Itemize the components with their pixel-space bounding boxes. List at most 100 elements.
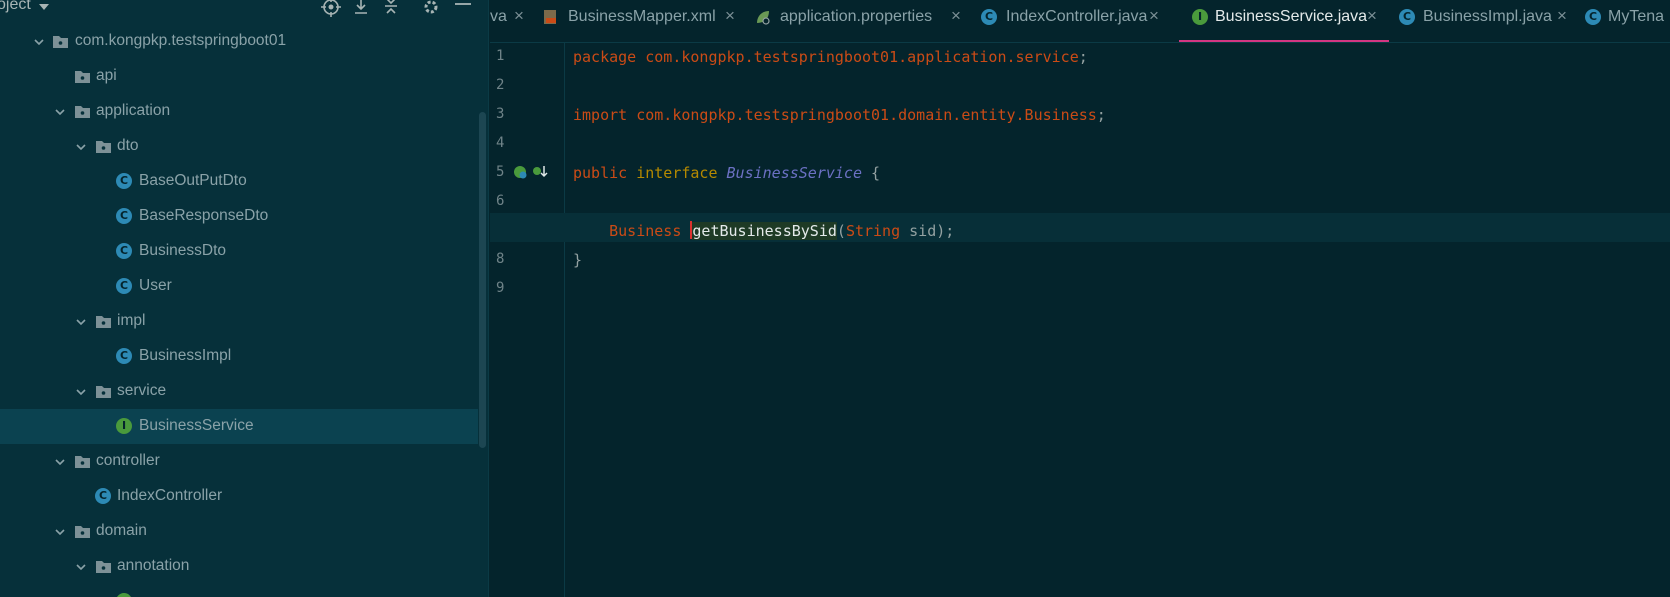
- tree-item-class[interactable]: C BaseOutPutDto: [0, 164, 478, 199]
- project-panel-title[interactable]: oject: [0, 0, 31, 14]
- tree-item-class[interactable]: C BaseResponseDto: [0, 199, 478, 234]
- tree-scrollbar[interactable]: [479, 112, 486, 448]
- package-folder-icon: [96, 141, 111, 153]
- line-number: 9: [496, 280, 505, 296]
- tree-item-label: domain: [96, 522, 147, 539]
- close-icon[interactable]: ×: [514, 6, 524, 26]
- class-icon: C: [1585, 9, 1601, 25]
- annotation-icon: [116, 593, 132, 597]
- tree-item-package[interactable]: application: [0, 94, 478, 129]
- tree-item-label: IndexController: [117, 487, 223, 504]
- expand-all-icon[interactable]: [350, 0, 372, 18]
- tab-indexcontroller[interactable]: C IndexController.java ×: [981, 0, 1171, 42]
- tab-label: application.properties: [780, 8, 933, 25]
- package-folder-icon: [75, 106, 90, 118]
- tree-item-label: impl: [117, 312, 146, 329]
- tree-item-label: dto: [117, 137, 139, 154]
- chevron-down-icon[interactable]: [54, 106, 66, 118]
- punctuation: {: [871, 164, 881, 182]
- tree-item-label: BusinessService: [139, 417, 254, 434]
- line-number: 5: [496, 164, 505, 180]
- class-icon: C: [116, 278, 132, 294]
- punctuation: ;: [1096, 106, 1106, 124]
- chevron-down-icon[interactable]: [33, 36, 45, 48]
- collapse-all-icon[interactable]: [380, 0, 402, 18]
- locate-icon[interactable]: [320, 0, 342, 18]
- project-panel: oject com.kongpkp.testspringboot01 api a…: [0, 0, 489, 597]
- tab-businessmapper[interactable]: BusinessMapper.xml ×: [543, 0, 747, 42]
- tree-item-class[interactable]: C BusinessImpl: [0, 339, 478, 374]
- tree-item-label: api: [96, 67, 117, 84]
- tree-item-package[interactable]: controller: [0, 444, 478, 479]
- keyword: import: [573, 106, 628, 124]
- tree-item-class[interactable]: [0, 584, 478, 597]
- tree-item-package[interactable]: impl: [0, 304, 478, 339]
- chevron-down-icon[interactable]: [75, 316, 87, 328]
- tree-item-label: com.kongpkp.testspringboot01: [75, 32, 287, 49]
- line-number: 4: [496, 135, 505, 151]
- code-editor[interactable]: package com.kongpkp.testspringboot01.app…: [490, 43, 1670, 597]
- close-icon[interactable]: ×: [1149, 6, 1159, 26]
- tab-application-properties[interactable]: application.properties ×: [755, 0, 973, 42]
- param-name: sid: [909, 222, 937, 240]
- tab-label: BusinessService.java: [1215, 8, 1368, 25]
- tree-item-label: service: [117, 382, 167, 399]
- tab-label: va: [490, 8, 507, 25]
- import-path: com.kongpkp.testspringboot01.domain.enti…: [636, 106, 1097, 124]
- editor-gutter: 1 2 3 4 5 6 7 8 9: [490, 43, 565, 597]
- chevron-down-icon[interactable]: [75, 561, 87, 573]
- line-number: 2: [496, 77, 505, 93]
- interface-name: BusinessService: [726, 164, 862, 182]
- interface-icon: I: [116, 418, 132, 434]
- tree-item-package[interactable]: annotation: [0, 549, 478, 584]
- close-icon[interactable]: ×: [725, 6, 735, 26]
- tab-partial[interactable]: va ×: [490, 0, 540, 42]
- line-number: 1: [496, 48, 505, 64]
- punctuation: ;: [1078, 48, 1088, 66]
- class-icon: C: [116, 243, 132, 259]
- chevron-down-icon[interactable]: [54, 456, 66, 468]
- tree-item-class[interactable]: C User: [0, 269, 478, 304]
- spring-bean-icon[interactable]: [512, 164, 528, 180]
- package-folder-icon: [96, 386, 111, 398]
- tab-label: BusinessImpl.java: [1423, 8, 1552, 25]
- package-name: com.kongpkp.testspringboot01.application…: [645, 48, 1079, 66]
- close-icon[interactable]: ×: [1367, 6, 1377, 26]
- line-number: 6: [496, 193, 505, 209]
- line-number: 3: [496, 106, 505, 122]
- tree-item-label: controller: [96, 452, 160, 469]
- tab-mytenant[interactable]: C MyTena: [1585, 0, 1670, 42]
- package-folder-icon: [53, 36, 68, 48]
- punctuation: );: [936, 222, 955, 240]
- tree-item-package[interactable]: service: [0, 374, 478, 409]
- chevron-down-icon[interactable]: [75, 386, 87, 398]
- chevron-down-icon[interactable]: [54, 526, 66, 538]
- implemented-down-icon[interactable]: [532, 164, 548, 180]
- editor-tab-bar: va × BusinessMapper.xml × application.pr…: [490, 0, 1670, 43]
- class-icon: C: [1399, 9, 1415, 25]
- chevron-down-icon[interactable]: [75, 141, 87, 153]
- package-folder-icon: [75, 456, 90, 468]
- code-line-3: import com.kongpkp.testspringboot01.doma…: [573, 101, 1106, 130]
- minimize-icon[interactable]: [452, 0, 474, 18]
- tab-businessservice[interactable]: I BusinessService.java ×: [1179, 0, 1389, 42]
- tree-item-class[interactable]: C BusinessDto: [0, 234, 478, 269]
- gear-icon[interactable]: [420, 0, 442, 18]
- tree-item-interface[interactable]: I BusinessService: [0, 409, 478, 444]
- code-line-7: Business getBusinessBySid(String sid);: [573, 217, 954, 246]
- punctuation: (: [836, 222, 846, 240]
- tree-item-package[interactable]: domain: [0, 514, 478, 549]
- package-folder-icon: [75, 526, 90, 538]
- tree-item-package[interactable]: com.kongpkp.testspringboot01: [0, 24, 478, 59]
- tab-businessimpl[interactable]: C BusinessImpl.java ×: [1399, 0, 1579, 42]
- tree-item-package[interactable]: dto: [0, 129, 478, 164]
- tree-item-class[interactable]: C IndexController: [0, 479, 478, 514]
- panel-dropdown-icon[interactable]: [38, 1, 50, 13]
- tree-item-package[interactable]: api: [0, 59, 478, 94]
- keyword: interface: [636, 164, 718, 182]
- return-type: Business: [609, 222, 682, 240]
- keyword: public: [573, 164, 628, 182]
- code-line-1: package com.kongpkp.testspringboot01.app…: [573, 43, 1088, 72]
- close-icon[interactable]: ×: [951, 6, 961, 26]
- close-icon[interactable]: ×: [1557, 6, 1567, 26]
